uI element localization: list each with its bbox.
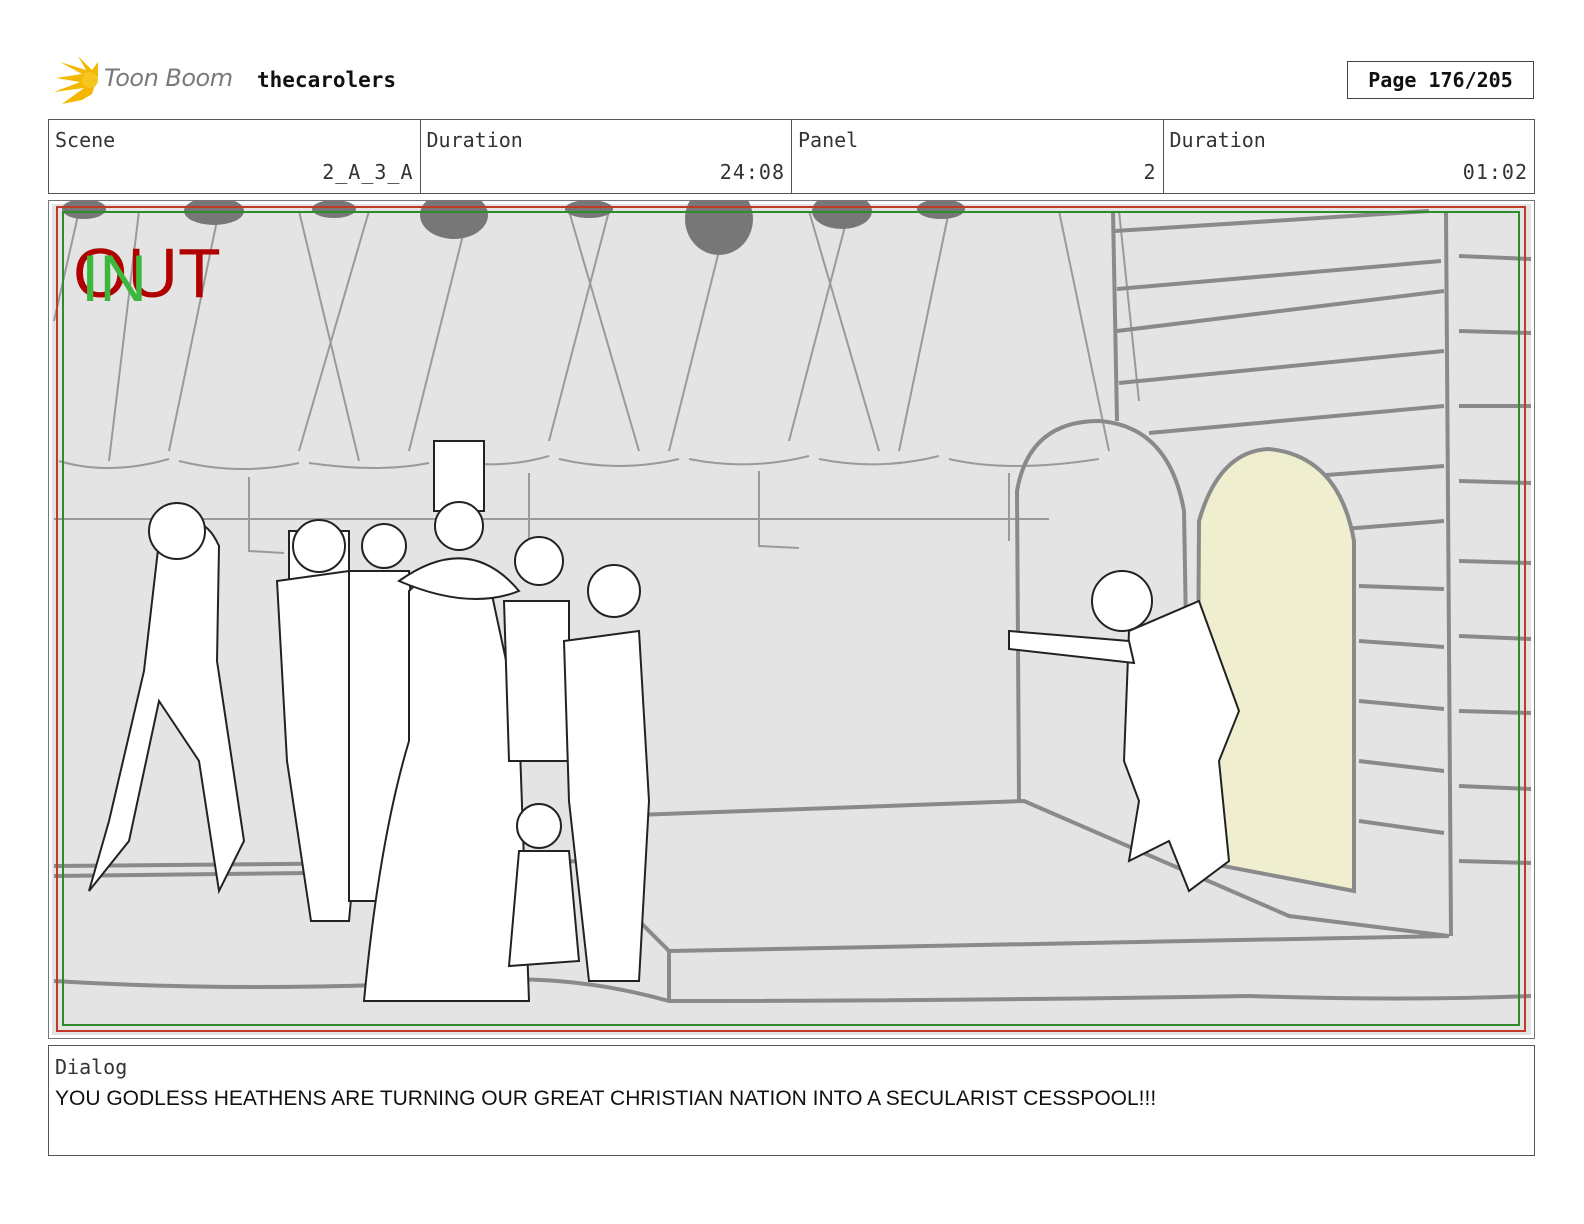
dialog-box: Dialog YOU GODLESS HEATHENS ARE TURNING …: [48, 1045, 1535, 1156]
storyboard-panel: OUT IN: [48, 200, 1535, 1039]
dialog-label: Dialog: [55, 1055, 128, 1079]
panel-value: 2: [1143, 160, 1157, 184]
page-counter: Page 176/205: [1347, 61, 1534, 99]
scene-value: 2_A_3_A: [322, 160, 414, 184]
scene-cell: Scene 2_A_3_A: [49, 120, 421, 193]
panel-cell: Panel 2: [792, 120, 1164, 193]
scene-duration-value: 24:08: [719, 160, 785, 184]
dialog-text: YOU GODLESS HEATHENS ARE TURNING OUR GRE…: [55, 1087, 1157, 1110]
panel-label: Panel: [798, 128, 859, 152]
scene-duration-label: Duration: [426, 128, 523, 152]
panel-duration-cell: Duration 01:02: [1164, 120, 1535, 193]
panel-info-bar: Scene 2_A_3_A Duration 24:08 Panel 2 Dur…: [48, 119, 1535, 194]
overlay-in-label: IN: [81, 241, 147, 315]
panel-duration-value: 01:02: [1462, 160, 1528, 184]
project-name: thecarolers: [257, 68, 397, 92]
logo-text: Toon Boom: [104, 64, 233, 92]
scene-label: Scene: [55, 128, 116, 152]
panel-drawing: OUT IN: [52, 201, 1532, 1035]
scene-duration-cell: Duration 24:08: [421, 120, 792, 193]
panel-duration-label: Duration: [1169, 128, 1266, 152]
